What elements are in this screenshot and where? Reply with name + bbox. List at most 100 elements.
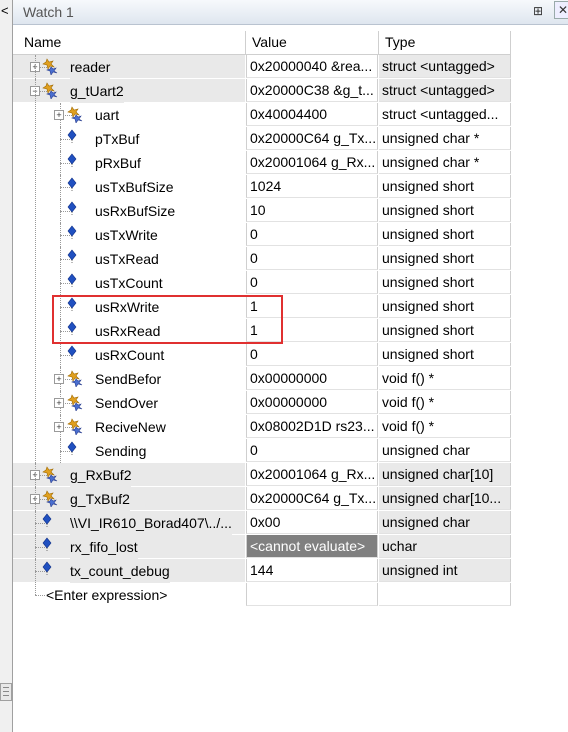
expand-icon[interactable]: + [54,374,64,384]
row-value[interactable]: 0 [246,343,378,366]
watch-row[interactable]: usRxBufSize 10 unsigned short [13,199,511,223]
watch-row[interactable]: + reader 0x20000040 &rea... struct <untagge… [13,55,511,79]
watch-row[interactable]: + ReciveNew 0x08002D1D rs23... void f() * [13,415,511,439]
row-name[interactable]: SendBefor [95,367,161,391]
row-name[interactable]: usRxCount [95,343,164,367]
row-name[interactable]: usTxRead [95,247,159,271]
watch-row[interactable]: − g_tUart2 0x20000C38 &g_t... struct <untag… [13,79,511,103]
row-name[interactable]: tx_count_debug [70,559,170,583]
column-header-value[interactable]: Value [252,34,287,54]
expand-icon[interactable]: + [54,398,64,408]
row-type: void f() * [379,415,511,438]
splitter-grip[interactable] [0,683,12,701]
row-value[interactable]: 0 [246,223,378,246]
watch-row[interactable]: pRxBuf 0x20001064 g_Rx... unsigned char * [13,151,511,175]
variable-icon [66,129,78,145]
watch-row[interactable]: + g_RxBuf2 0x20001064 g_Rx... unsigned char… [13,463,511,487]
struct-icon [66,417,84,436]
watch-row[interactable]: rx_fifo_lost <cannot evaluate> uchar [13,535,511,559]
row-name[interactable]: pRxBuf [95,151,141,175]
column-header-name[interactable]: Name [24,34,61,54]
variable-icon [41,537,53,553]
row-name[interactable]: usTxCount [95,271,163,295]
struct-icon [41,57,59,76]
row-name[interactable]: SendOver [95,391,158,415]
column-header-type[interactable]: Type [385,34,415,54]
row-name[interactable]: \\VI_IR610_Borad407\../... [70,511,232,535]
watch-window-titlebar: Watch 1 ⊞ ✕ [13,0,568,25]
row-name[interactable]: usTxWrite [95,223,158,247]
row-name[interactable]: g_tUart2 [70,79,124,103]
struct-icon [66,393,84,412]
watch-row[interactable]: usTxRead 0 unsigned short [13,247,511,271]
column-header: Name Value Type [13,31,511,55]
row-value[interactable]: 0 [246,439,378,462]
watch-row[interactable]: Sending 0 unsigned char [13,439,511,463]
row-value[interactable]: 0x00 [246,511,378,534]
row-value[interactable]: 144 [246,559,378,582]
row-type: unsigned char [379,439,511,462]
row-value[interactable]: <cannot evaluate> [246,535,378,558]
row-value[interactable]: 0x20000040 &rea... [246,55,378,78]
window-title: Watch 1 [23,4,74,20]
row-name[interactable]: g_RxBuf2 [70,463,132,487]
variable-icon [66,225,78,241]
row-value[interactable]: 0x00000000 [246,367,378,390]
pin-icon[interactable]: ⊞ [533,4,543,18]
row-type: struct <untagged> [379,79,511,102]
row-type: unsigned char * [379,127,511,150]
left-splitter[interactable]: < [0,0,13,732]
watch-row[interactable]: usRxCount 0 unsigned short [13,343,511,367]
row-name[interactable]: rx_fifo_lost [70,535,138,559]
watch-row[interactable]: + SendOver 0x00000000 void f() * [13,391,511,415]
row-type: unsigned char[10... [379,487,511,510]
watch-row[interactable]: + g_TxBuf2 0x20000C64 g_Tx... unsigned char… [13,487,511,511]
row-value[interactable]: 0x08002D1D rs23... [246,415,378,438]
row-value[interactable]: 0x20000C64 g_Tx... [246,127,378,150]
row-type: struct <untagged> [379,55,511,78]
row-name[interactable]: reader [70,55,111,79]
row-name[interactable]: uart [95,103,119,127]
expand-icon[interactable]: + [54,422,64,432]
expand-icon[interactable]: + [54,110,64,120]
row-value[interactable]: 0x00000000 [246,391,378,414]
row-name[interactable]: g_TxBuf2 [70,487,130,511]
variable-icon [66,153,78,169]
row-value[interactable]: 0 [246,247,378,270]
watch-row[interactable]: usTxBufSize 1024 unsigned short [13,175,511,199]
row-name[interactable]: pTxBuf [95,127,139,151]
row-type: struct <untagged... [379,103,511,126]
row-value[interactable]: 0x20001064 g_Rx... [246,151,378,174]
row-name[interactable]: usRxBufSize [95,199,175,223]
variable-icon [41,513,53,529]
row-name[interactable]: usTxBufSize [95,175,174,199]
row-value[interactable]: 0 [246,271,378,294]
enter-expression-row[interactable]: <Enter expression> [46,586,167,604]
watch-row[interactable]: + uart 0x40004400 struct <untagged... [13,103,511,127]
variable-icon [41,561,53,577]
watch-row[interactable]: usTxWrite 0 unsigned short [13,223,511,247]
struct-icon [41,81,59,100]
row-type: unsigned short [379,295,511,318]
row-type: unsigned int [379,559,511,582]
watch-row[interactable]: tx_count_debug 144 unsigned int [13,559,511,583]
watch-row[interactable]: usTxCount 0 unsigned short [13,271,511,295]
variable-icon [66,177,78,193]
watch-row[interactable]: \\VI_IR610_Borad407\../... 0x00 unsigned c… [13,511,511,535]
row-type: unsigned short [379,319,511,342]
struct-icon [66,369,84,388]
row-value[interactable]: 0x20001064 g_Rx... [246,463,378,486]
row-type: uchar [379,535,511,558]
close-icon[interactable]: ✕ [554,1,568,19]
watch-row[interactable]: + SendBefor 0x00000000 void f() * [13,367,511,391]
row-value[interactable]: 0x20000C64 g_Tx... [246,487,378,510]
row-type: unsigned short [379,199,511,222]
row-value[interactable]: 1024 [246,175,378,198]
row-value[interactable]: 0x40004400 [246,103,378,126]
row-value[interactable]: 0x20000C38 &g_t... [246,79,378,102]
watch-row[interactable]: pTxBuf 0x20000C64 g_Tx... unsigned char * [13,127,511,151]
row-name[interactable]: Sending [95,439,146,463]
row-name[interactable]: ReciveNew [95,415,166,439]
collapse-arrow-icon[interactable]: < [1,3,9,18]
row-value[interactable]: 10 [246,199,378,222]
